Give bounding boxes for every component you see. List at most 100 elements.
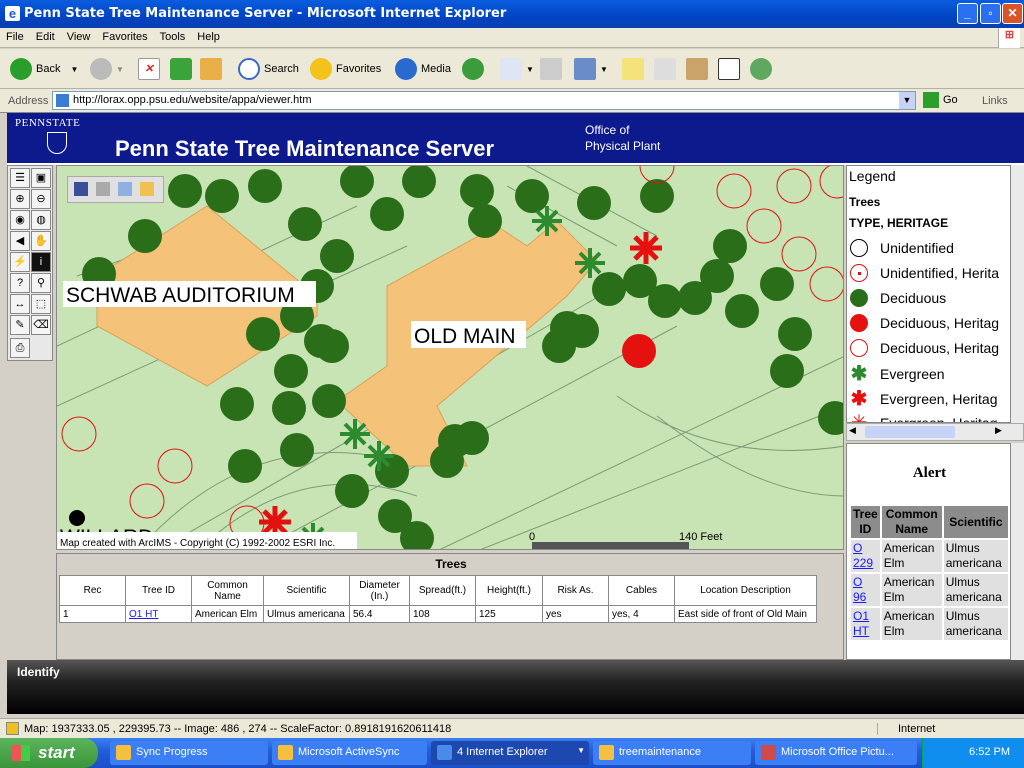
pennstate-logo: PENNSTATE — [15, 117, 81, 129]
red-star-outline-icon: ✳ — [850, 412, 868, 423]
tree-marker — [288, 207, 322, 241]
zoom-active-icon[interactable]: ◍ — [31, 210, 51, 230]
col-header: Tree ID — [125, 575, 192, 606]
research-button[interactable] — [686, 56, 712, 82]
close-button[interactable]: ✕ — [1002, 3, 1023, 24]
legend-vertical-scrollbar[interactable] — [1011, 165, 1024, 423]
home-button[interactable] — [200, 56, 226, 82]
scroll-thumb[interactable] — [865, 426, 955, 438]
legend-layer: Trees — [849, 195, 881, 209]
zoom-out-icon[interactable]: ⊖ — [31, 189, 51, 209]
discuss-button[interactable] — [622, 56, 648, 82]
tree-id-link[interactable]: O1 HT — [853, 609, 869, 638]
tree-marker — [430, 444, 464, 478]
clear-selection-icon[interactable]: ⌫ — [31, 315, 51, 335]
scale-start-label: 0 — [529, 531, 535, 543]
select-line-icon[interactable]: ✎ — [10, 315, 30, 335]
full-extent-icon[interactable]: ◉ — [10, 210, 30, 230]
map-canvas[interactable]: SCHWAB AUDITORIUM OLD MAIN WILLARD 0 140… — [57, 166, 844, 550]
window-title: Penn State Tree Maintenance Server - Mic… — [24, 6, 507, 21]
tree-id-link[interactable]: O 229 — [853, 541, 873, 570]
task-treemaintenance[interactable]: treemaintenance — [593, 741, 751, 765]
tree-marker — [402, 166, 436, 198]
col-header: Scientific — [263, 575, 350, 606]
menu-edit[interactable]: Edit — [30, 28, 61, 43]
pan-hand-icon[interactable]: ✋ — [31, 231, 51, 251]
mail-button[interactable]: ▼ — [500, 56, 534, 82]
task-activesync[interactable]: Microsoft ActiveSync — [272, 741, 427, 765]
search-icon — [238, 58, 260, 80]
contacts-button[interactable] — [750, 56, 776, 82]
minimize-button[interactable]: _ — [957, 3, 978, 24]
export-icon[interactable] — [140, 182, 154, 196]
legend-field: TYPE, HERITAGE — [849, 216, 949, 230]
col-header: Diameter (In.) — [349, 575, 410, 606]
address-dropdown-icon[interactable]: ▼ — [899, 92, 915, 109]
back-extent-icon[interactable]: ◀ — [10, 231, 30, 251]
menu-file[interactable]: File — [0, 28, 30, 43]
scroll-left-icon[interactable]: ◀ — [849, 425, 856, 436]
picture-icon — [761, 745, 776, 760]
tool-button[interactable] — [718, 56, 744, 82]
print-icon[interactable]: ⎙ — [10, 338, 30, 358]
media-button[interactable]: Media — [395, 56, 451, 82]
alert-header-treeid: Tree ID — [851, 506, 880, 538]
home-icon — [200, 58, 222, 80]
edit-button[interactable]: ▼ — [574, 56, 608, 82]
menu-help[interactable]: Help — [191, 28, 226, 43]
legend-horizontal-scrollbar[interactable]: ◀ ▶ — [846, 423, 1024, 441]
address-input[interactable]: http://lorax.opp.psu.edu/website/appa/vi… — [52, 91, 916, 110]
query-icon[interactable]: ? — [10, 273, 30, 293]
identify-icon[interactable]: i — [31, 252, 51, 272]
scale-bar — [532, 542, 689, 549]
task-office-picture[interactable]: Microsoft Office Pictu... — [755, 741, 917, 765]
tree-marker — [61, 416, 97, 452]
tree-marker — [622, 334, 656, 368]
select-rectangle-icon[interactable]: ⬚ — [31, 294, 51, 314]
refresh-button[interactable] — [170, 56, 196, 82]
schwab-auditorium-label: SCHWAB AUDITORIUM — [66, 284, 295, 307]
task-internet-explorer[interactable]: 4 Internet Explorer ▼ — [431, 741, 589, 765]
history-button[interactable] — [462, 56, 488, 82]
menu-favorites[interactable]: Favorites — [96, 28, 153, 43]
tree-id-link[interactable]: O1 HT — [129, 609, 158, 620]
tree-marker — [648, 284, 682, 318]
menu-tools[interactable]: Tools — [154, 28, 192, 43]
start-button[interactable]: start — [0, 738, 98, 768]
go-button[interactable]: Go — [923, 92, 958, 108]
green-star-icon: ✱ — [850, 363, 868, 385]
links-button[interactable]: Links — [982, 95, 1008, 107]
map-view[interactable]: SCHWAB AUDITORIUM OLD MAIN WILLARD 0 140… — [56, 165, 844, 550]
zoom-in-icon[interactable]: ⊕ — [10, 189, 30, 209]
messenger-button[interactable] — [654, 56, 680, 82]
stop-button[interactable]: ✕ — [138, 56, 164, 82]
tree-id-link[interactable]: O 96 — [853, 575, 866, 604]
overview-map-icon[interactable]: ▣ — [31, 168, 51, 188]
search-button[interactable]: Search — [238, 56, 299, 82]
map-tools: ☰ ▣ ⊕ ⊖ ◉ ◍ ◀ ✋ ⚡ i ? ⚲ ↔ ⬚ ✎ ⌫ ⎙ — [7, 165, 53, 361]
save-icon[interactable] — [74, 182, 88, 196]
clock: 6:52 PM — [969, 746, 1010, 758]
toggle-legend-icon[interactable]: ☰ — [10, 168, 30, 188]
task-sync-progress[interactable]: Sync Progress — [110, 741, 268, 765]
title-bar: e Penn State Tree Maintenance Server - M… — [0, 0, 1024, 28]
forward-button[interactable]: ▼ — [90, 56, 124, 82]
security-zone: Internet — [877, 723, 935, 735]
favorites-button[interactable]: Favorites — [310, 56, 381, 82]
alert-scrollbar[interactable] — [1011, 443, 1024, 660]
red-star-icon: ✱ — [850, 388, 868, 410]
menu-view[interactable]: View — [61, 28, 97, 43]
email-icon[interactable] — [118, 182, 132, 196]
table-row: O 96 American Elm Ulmus americana — [851, 574, 1008, 606]
print-map-icon[interactable] — [96, 182, 110, 196]
maximize-button[interactable]: ▫ — [980, 3, 1001, 24]
back-button[interactable]: Back ▼ — [10, 56, 78, 82]
page-margin — [0, 113, 7, 713]
find-binoculars-icon[interactable]: ⚲ — [31, 273, 51, 293]
status-text: Map: 1937333.05 , 229395.73 -- Image: 48… — [24, 723, 452, 735]
print-button[interactable] — [540, 56, 566, 82]
scroll-right-icon[interactable]: ▶ — [995, 425, 1002, 436]
tree-marker — [819, 166, 843, 199]
measure-icon[interactable]: ↔ — [10, 294, 30, 314]
hyperlink-icon[interactable]: ⚡ — [10, 252, 30, 272]
